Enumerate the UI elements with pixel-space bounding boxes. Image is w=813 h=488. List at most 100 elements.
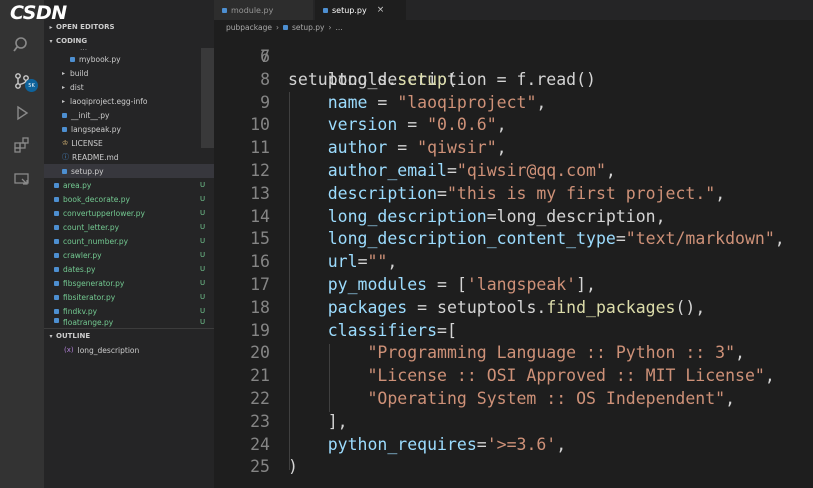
tab-module-py[interactable]: module.py [214, 0, 314, 20]
python-file-icon [54, 308, 59, 314]
chevron-right-icon: ▸ [49, 23, 53, 31]
python-file-icon [54, 294, 59, 300]
code-line: 23 ], [214, 410, 813, 433]
code-editor[interactable]: 6 long_description = f.read() 7 8 setuptoo… [214, 34, 813, 488]
line-number: 11 [250, 138, 270, 158]
close-icon[interactable]: × [377, 5, 385, 15]
python-file-icon [54, 252, 59, 258]
chevron-right-icon: ▸ [62, 69, 66, 77]
outline-item[interactable]: (x) long_description [44, 343, 214, 357]
line-number: 7 [260, 47, 270, 66]
code-text: long_description_content_type="text/mark… [327, 229, 785, 249]
file-item-count-letter[interactable]: count_letter.py U [44, 220, 214, 234]
file-item-book-decorate[interactable]: book_decorate.py U [44, 192, 214, 206]
file-item-count-number[interactable]: count_number.py U [44, 234, 214, 248]
breadcrumb: pubpackage › setup.py › ... [214, 20, 813, 34]
python-file-icon [62, 126, 67, 132]
file-item-langspeak[interactable]: langspeak.py [44, 122, 214, 136]
line-number: 18 [250, 297, 270, 317]
untracked-badge: U [200, 318, 206, 326]
outline-header[interactable]: ▾ OUTLINE [44, 328, 214, 343]
line-number: 21 [250, 366, 270, 386]
file-item-setup[interactable]: setup.py [44, 164, 214, 178]
csdn-logo: CSDN [10, 2, 67, 24]
code-text: url="", [327, 252, 398, 272]
folder-item-build[interactable]: ▸ build [44, 66, 214, 80]
code-line: 25) [214, 455, 813, 478]
line-number: 16 [250, 252, 270, 272]
code-text: "Programming Language :: Python :: 3", [367, 343, 745, 363]
code-text: description="this is my first project.", [327, 183, 726, 203]
line-number: 14 [250, 206, 270, 226]
python-file-icon [54, 318, 59, 323]
line-number: 19 [250, 320, 270, 340]
line-number: 24 [250, 434, 270, 454]
file-item-area[interactable]: area.py U [44, 178, 214, 192]
folder-item-dist[interactable]: ▸ dist [44, 80, 214, 94]
code-line: 9 name = "laoqiproject", [214, 91, 813, 114]
untracked-badge: U [200, 251, 206, 259]
chevron-right-icon: ▸ [62, 83, 66, 91]
file-item-crawler[interactable]: crawler.py U [44, 248, 214, 262]
python-file-icon [54, 266, 59, 272]
file-item-floatrange[interactable]: floatrange.py U [44, 318, 214, 327]
scm-badge: 5K [25, 79, 38, 92]
python-file-icon [54, 182, 59, 188]
extensions-icon[interactable] [0, 128, 44, 162]
code-line: 10 version = "0.0.6", [214, 113, 813, 136]
file-item-readme[interactable]: ⓘ README.md [44, 150, 214, 164]
untracked-badge: U [200, 223, 206, 231]
line-number: 17 [250, 275, 270, 294]
python-file-icon [62, 168, 67, 174]
file-item-license[interactable]: ♔ LICENSE [44, 136, 214, 150]
python-file-icon [323, 7, 328, 13]
run-debug-icon[interactable] [0, 96, 44, 130]
list-item[interactable]: ... [44, 44, 214, 52]
python-file-icon [54, 224, 59, 230]
scrollbar[interactable] [201, 48, 214, 148]
breadcrumb-symbol[interactable]: ... [336, 23, 343, 32]
file-item-init[interactable]: __init__.py [44, 108, 214, 122]
line-number: 15 [250, 229, 270, 249]
code-text: packages = setuptools.find_packages(), [327, 297, 706, 317]
activity-bar: 5K [0, 0, 44, 488]
code-line: 21 "License :: OSI Approved :: MIT Licen… [214, 364, 813, 387]
file-item-dates[interactable]: dates.py U [44, 262, 214, 276]
chevron-right-icon: › [328, 22, 332, 32]
python-file-icon [54, 280, 59, 286]
breadcrumb-file[interactable]: setup.py [292, 23, 325, 32]
code-line: 7 [214, 45, 813, 68]
file-item-fibsgenerator[interactable]: fibsgenerator.py U [44, 276, 214, 290]
python-file-icon [54, 196, 59, 202]
code-line: 16 url="", [214, 250, 813, 273]
editor-tabs: module.py setup.py × [214, 0, 813, 20]
code-text: "License :: OSI Approved :: MIT License"… [367, 366, 775, 386]
file-item-fibsiterator[interactable]: fibsiterator.py U [44, 290, 214, 304]
file-item-convertupperlower[interactable]: convertupperlower.py U [44, 206, 214, 220]
open-editors-header[interactable]: ▸ OPEN EDITORS [44, 20, 214, 34]
folder-item-egg-info[interactable]: ▸ laoqiproject.egg-info [44, 94, 214, 108]
line-number: 20 [250, 343, 270, 363]
python-file-icon [222, 7, 227, 13]
breadcrumb-folder[interactable]: pubpackage [226, 23, 272, 32]
code-line: 20 "Programming Language :: Python :: 3"… [214, 341, 813, 364]
code-text: classifiers=[ [327, 320, 457, 340]
search-icon[interactable] [0, 28, 44, 62]
remote-explorer-icon[interactable] [0, 162, 44, 196]
untracked-badge: U [200, 279, 206, 287]
code-line: 17 py_modules = ['langspeak'], [214, 273, 813, 296]
tab-setup-py[interactable]: setup.py × [315, 0, 407, 20]
code-line: 8 setuptools.setup( [214, 68, 813, 91]
line-number: 13 [250, 183, 270, 203]
code-text: author = "qiwsir", [327, 138, 507, 158]
python-file-icon [62, 112, 67, 118]
untracked-badge: U [200, 209, 206, 217]
source-control-icon[interactable] [0, 64, 44, 98]
code-line: 19 classifiers=[ [214, 319, 813, 342]
python-file-icon [54, 238, 59, 244]
file-item-mybook[interactable]: mybook.py [44, 52, 214, 66]
code-line: 18 packages = setuptools.find_packages()… [214, 296, 813, 319]
code-text: python_requires='>=3.6', [327, 434, 567, 454]
indent-guide [289, 92, 290, 470]
file-item-findkv[interactable]: findkv.py U [44, 304, 214, 318]
